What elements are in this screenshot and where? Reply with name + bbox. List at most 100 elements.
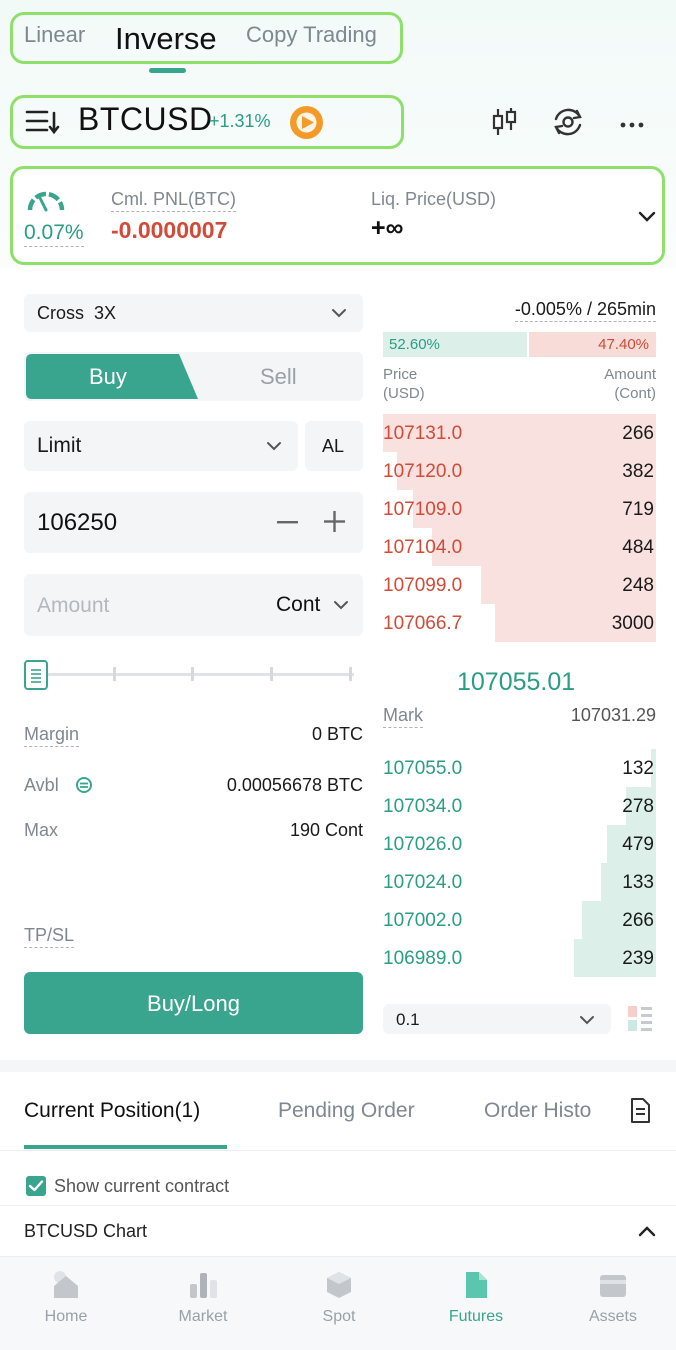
bid-amount: 278 (622, 796, 654, 817)
slider-handle-icon[interactable] (24, 660, 48, 690)
nav-home[interactable]: Home (16, 1270, 116, 1326)
bid-row[interactable]: 107026.0 479 (383, 825, 656, 863)
ask-row[interactable]: 107066.7 3000 (383, 604, 656, 642)
pnl-label[interactable]: Cml. PNL(BTC) (111, 189, 236, 212)
slider-tick (191, 667, 194, 681)
slider-tick (270, 667, 273, 681)
nav-futures[interactable]: Futures (426, 1270, 526, 1326)
tab-pending-order[interactable]: Pending Order (278, 1099, 415, 1123)
ask-row[interactable]: 107099.0 248 (383, 566, 656, 604)
margin-value: 0 BTC (311, 724, 363, 744)
home-icon (51, 1270, 81, 1300)
amount-header: Amount (Cont) (604, 366, 656, 402)
amount-placeholder: Amount (37, 594, 110, 617)
tab-copy-trading[interactable]: Copy Trading (246, 22, 377, 48)
ask-price: 107131.0 (383, 423, 463, 444)
candlestick-chart-icon[interactable] (490, 106, 520, 138)
bid-amount: 266 (622, 910, 654, 931)
bid-row[interactable]: 107002.0 266 (383, 901, 656, 939)
more-options-icon[interactable] (620, 117, 644, 128)
spot-icon (324, 1270, 354, 1300)
divider (0, 1205, 676, 1206)
tab-active-indicator (24, 1145, 227, 1149)
nav-home-label: Home (44, 1308, 88, 1325)
margin-mode-select[interactable]: Cross 3X (24, 294, 363, 332)
ask-price: 107099.0 (383, 575, 463, 596)
ask-price: 107109.0 (383, 499, 463, 520)
tab-linear[interactable]: Linear (24, 22, 85, 48)
buy-long-button[interactable]: Buy/Long (24, 972, 363, 1034)
nav-assets-label: Assets (588, 1308, 637, 1325)
ask-price: 107104.0 (383, 537, 463, 558)
symbol-menu-icon[interactable] (25, 108, 63, 136)
transfer-icon[interactable] (75, 776, 93, 794)
show-current-label[interactable]: Show current contract (54, 1176, 229, 1197)
refresh-eye-icon[interactable] (551, 105, 585, 139)
bid-row[interactable]: 107055.0 132 (383, 749, 656, 787)
bid-row[interactable]: 107024.0 133 (383, 863, 656, 901)
show-current-checkbox[interactable] (26, 1176, 46, 1196)
bid-amount: 239 (622, 948, 654, 969)
bid-amount: 132 (622, 758, 654, 779)
precision-value: 0.1 (396, 1010, 420, 1029)
buy-long-label: Buy/Long (147, 991, 240, 1016)
margin-label[interactable]: Margin (24, 724, 80, 747)
al-button[interactable]: AL (305, 421, 363, 471)
last-price[interactable]: 107055.01 (457, 668, 575, 697)
amount-unit-select[interactable]: Cont (276, 593, 320, 617)
pnl-value: -0.0000007 (111, 217, 228, 243)
amount-input[interactable]: Amount Cont (24, 574, 363, 636)
bid-amount: 133 (622, 872, 654, 893)
chart-toggle-label[interactable]: BTCUSD Chart (24, 1221, 147, 1242)
bid-price: 107024.0 (383, 872, 463, 893)
tab-current-position[interactable]: Current Position(1) (24, 1099, 200, 1123)
liq-price-value: +∞ (371, 214, 404, 242)
ask-amount: 484 (622, 537, 654, 558)
promo-badge-icon[interactable] (290, 106, 323, 139)
nav-assets[interactable]: Assets (563, 1270, 663, 1326)
futures-icon (461, 1270, 491, 1300)
ask-row[interactable]: 107131.0 266 (383, 414, 656, 452)
risk-ratio[interactable]: 0.07% (24, 221, 84, 247)
liq-price-label: Liq. Price(USD) (371, 189, 497, 209)
funding-rate[interactable]: -0.005% / 265min (514, 299, 656, 322)
ask-row[interactable]: 107120.0 382 (383, 452, 656, 490)
price-header: Price (USD) (383, 366, 425, 402)
price-input[interactable]: 106250 (24, 492, 363, 553)
nav-spot-label: Spot (322, 1308, 356, 1325)
max-label: Max (24, 820, 59, 840)
symbol-change: +1.31% (209, 111, 271, 131)
orderbook-layout-icon[interactable] (628, 1006, 652, 1032)
buy-ratio: 52.60% (389, 336, 440, 353)
symbol-name[interactable]: BTCUSD (78, 101, 213, 138)
assets-icon (598, 1270, 628, 1300)
nav-spot[interactable]: Spot (289, 1270, 389, 1326)
bid-price: 107055.0 (383, 758, 463, 779)
position-summary-card[interactable] (10, 166, 665, 265)
buy-tab[interactable]: Buy (89, 364, 127, 390)
order-type-value: Limit (37, 434, 82, 457)
bid-row[interactable]: 106989.0 239 (383, 939, 656, 977)
price-value: 106250 (37, 509, 118, 536)
chevron-up-icon[interactable] (638, 1225, 656, 1237)
tpsl-toggle[interactable]: TP/SL (24, 925, 75, 948)
precision-select[interactable]: 0.1 (383, 1004, 611, 1034)
plus-icon[interactable] (324, 511, 345, 532)
ask-row[interactable]: 107109.0 719 (383, 490, 656, 528)
minus-icon[interactable] (277, 521, 298, 524)
slider-tick (349, 667, 352, 681)
ask-amount: 382 (622, 461, 654, 482)
ask-row[interactable]: 107104.0 484 (383, 528, 656, 566)
chevron-down-icon[interactable] (638, 210, 656, 222)
mark-label[interactable]: Mark (383, 705, 423, 728)
document-icon[interactable] (629, 1098, 651, 1124)
amount-slider[interactable] (24, 660, 354, 690)
order-type-select[interactable]: Limit (24, 421, 298, 471)
bid-price: 107034.0 (383, 796, 463, 817)
tab-order-history[interactable]: Order Histo (484, 1099, 608, 1123)
sell-tab[interactable]: Sell (260, 364, 297, 390)
tab-inverse[interactable]: Inverse (115, 21, 217, 57)
chevron-down-icon (332, 309, 346, 318)
bid-row[interactable]: 107034.0 278 (383, 787, 656, 825)
nav-market[interactable]: Market (153, 1270, 253, 1326)
